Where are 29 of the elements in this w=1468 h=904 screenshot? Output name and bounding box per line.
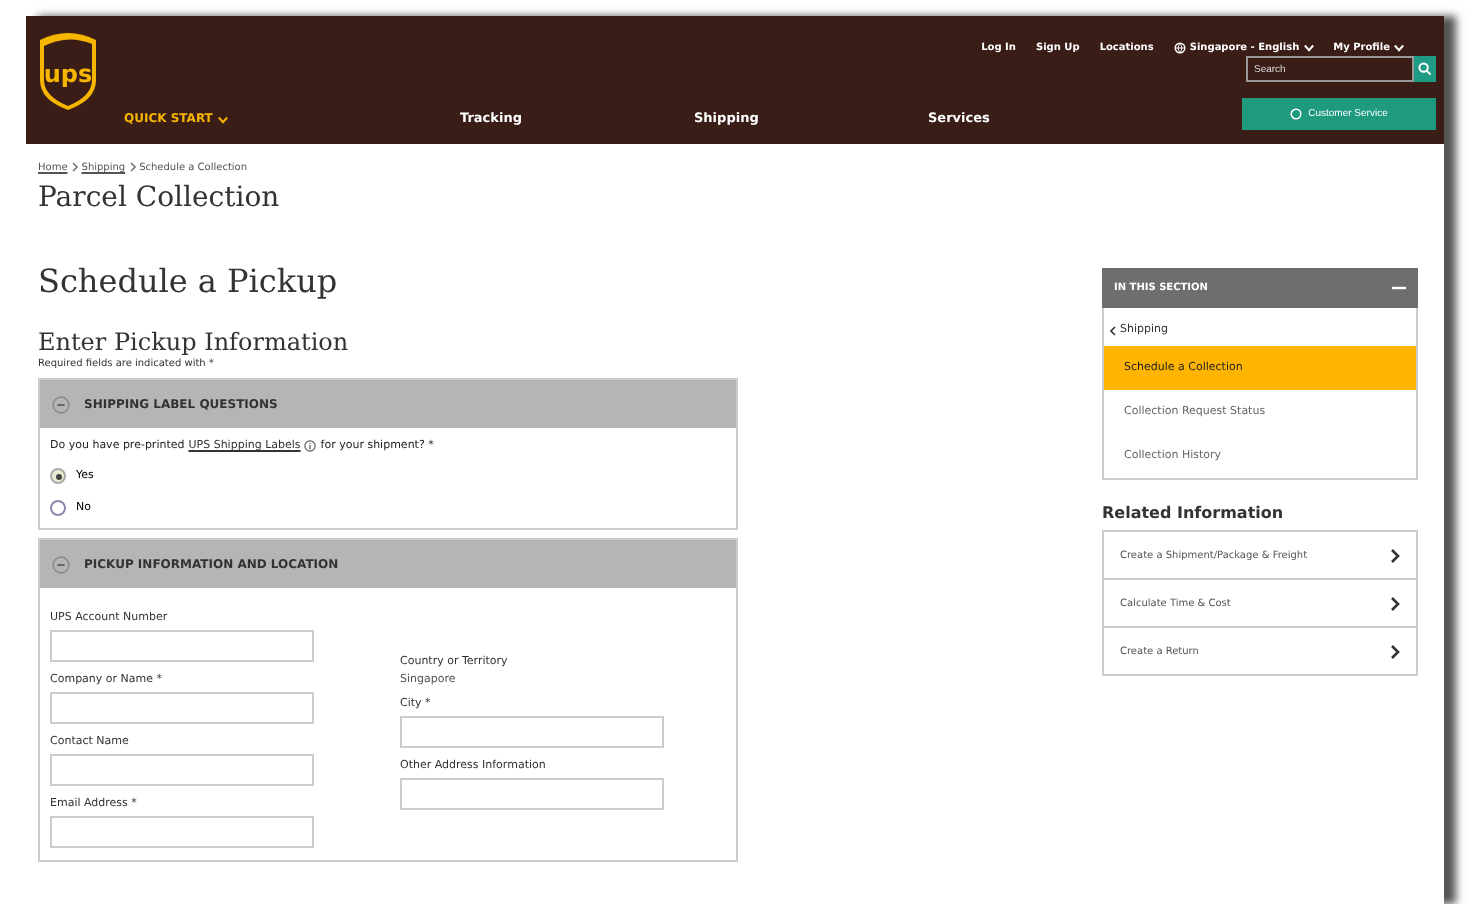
input-field[interactable] [50,754,314,786]
chevron-icon [1110,325,1116,335]
chevron-icon [1390,547,1400,563]
page-heading: Schedule a Pickup [38,262,340,300]
globe-icon [1173,42,1186,54]
chevron-icon [1390,643,1400,659]
page-title: Parcel Collection [38,182,282,214]
section-heading: Enter Pickup Information [38,328,351,356]
related-heading: Related Information [1102,504,1286,522]
chevron-icon [71,162,78,172]
input-field[interactable] [50,692,314,724]
search-button[interactable] [1414,56,1436,82]
input-field[interactable] [50,816,314,848]
radio-button[interactable] [50,468,66,484]
input-field[interactable] [50,630,314,662]
input-field[interactable] [400,716,664,748]
chevron-icon [129,162,136,172]
shield-logo[interactable]: ups [36,28,100,112]
search-icon [1418,62,1432,76]
chevron-icon [1390,595,1400,611]
caret-icon [1303,44,1314,52]
minus-icon [1392,286,1406,290]
minus-icon [52,555,70,573]
minus-icon [52,395,70,413]
caret-icon [1394,44,1404,52]
radio-button[interactable] [50,500,66,516]
info-icon [304,440,317,452]
input-field[interactable] [400,778,664,810]
caret-icon [218,115,229,123]
